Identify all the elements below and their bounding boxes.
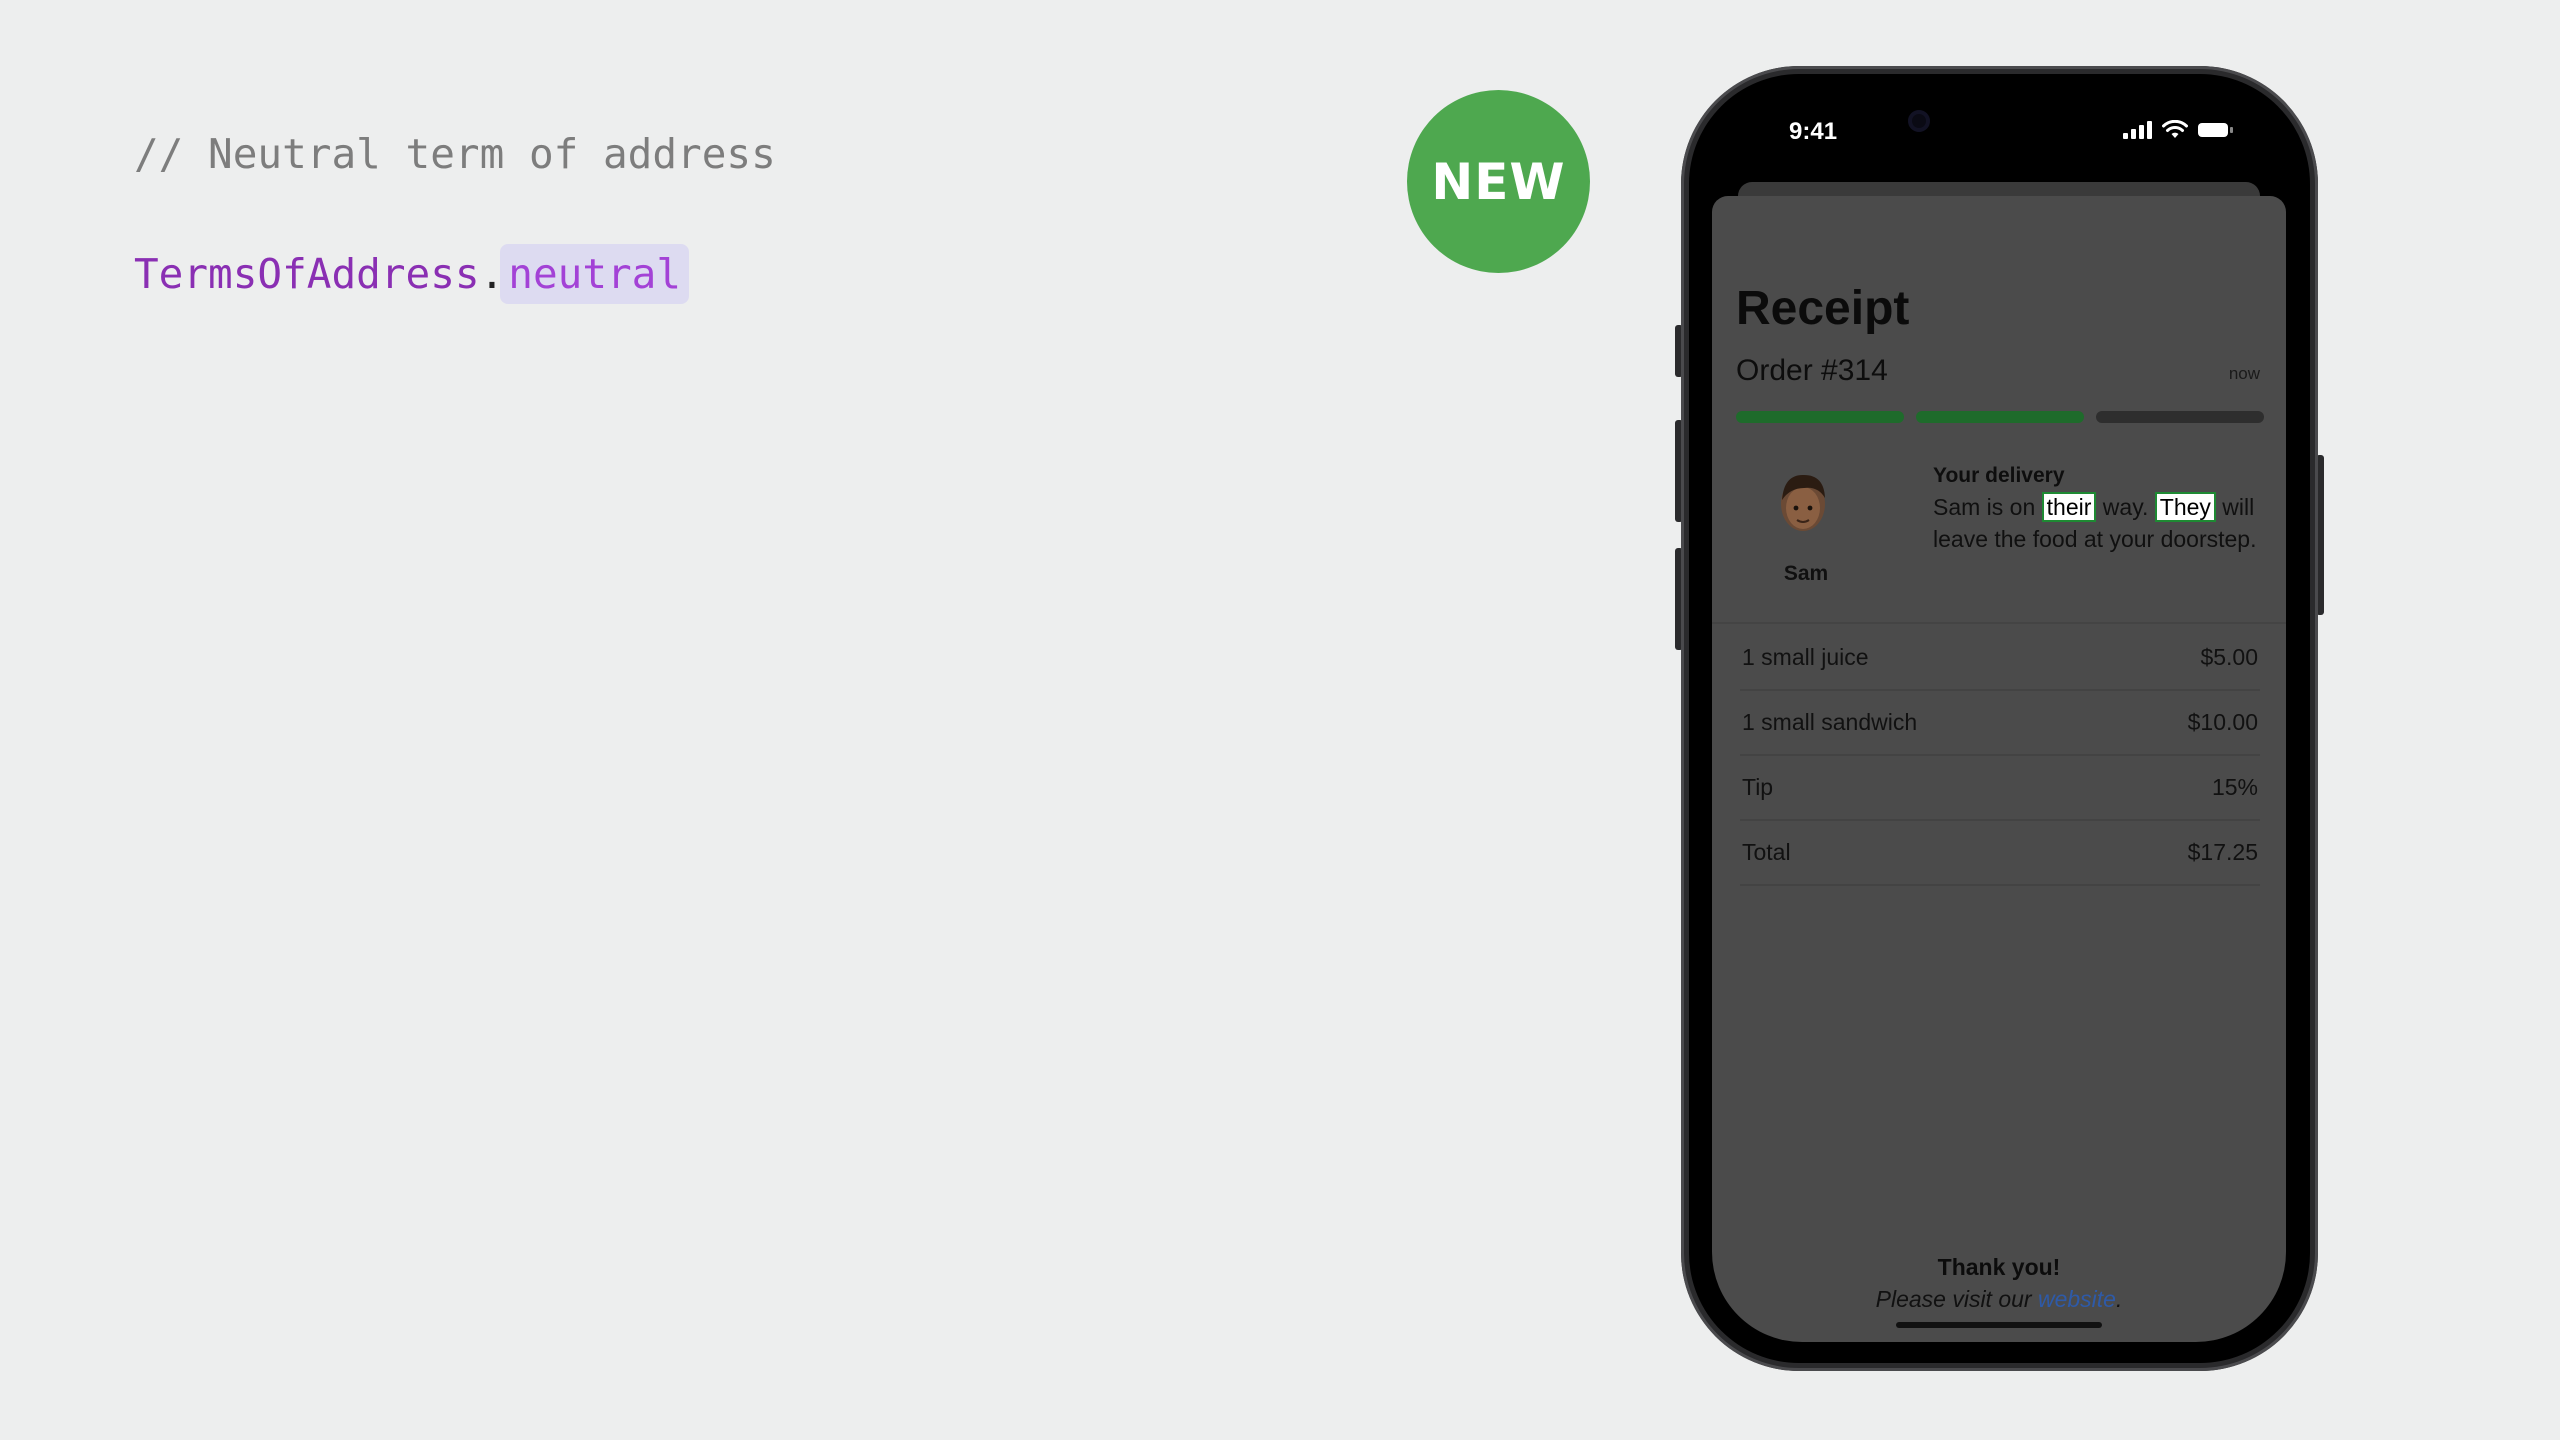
receipt-sheet: Receipt Order #314 now Sam Your delivery… — [1712, 196, 2286, 1342]
code-line: TermsOfAddress.neutral — [134, 244, 690, 304]
delivery-heading: Your delivery — [1933, 464, 2065, 487]
visit-prefix: Please visit our — [1875, 1286, 2038, 1312]
courier-name: Sam — [1783, 562, 1829, 585]
item-value: $5.00 — [2200, 644, 2258, 670]
delivery-progress — [1736, 411, 2264, 423]
wifi-icon — [2162, 120, 2188, 138]
pronoun-highlight-their: their — [2041, 492, 2097, 522]
courier-avatar — [1781, 474, 1825, 531]
progress-segment — [1736, 411, 1904, 423]
item-label: Tip — [1742, 774, 1774, 800]
receipt-row: Total $17.25 — [1740, 821, 2260, 886]
receipt-title: Receipt — [1736, 282, 1910, 335]
visit-message: Please visit our website. — [1712, 1286, 2286, 1313]
visit-suffix: . — [2115, 1286, 2123, 1312]
delivery-message: Sam is on their way. They will leave the… — [1933, 491, 2258, 555]
status-time: 9:41 — [1789, 118, 1838, 145]
status-icons — [2123, 120, 2233, 140]
battery-icon — [2198, 123, 2233, 137]
receipt-items: 1 small juice $5.00 1 small sandwich $10.0… — [1740, 626, 2260, 886]
code-type-name: TermsOfAddress — [134, 250, 480, 298]
item-label: Total — [1742, 839, 1791, 865]
website-link[interactable]: website — [2038, 1286, 2116, 1312]
divider — [1712, 622, 2286, 624]
receipt-row: Tip 15% — [1740, 756, 2260, 821]
item-value: 15% — [2211, 774, 2258, 800]
order-number: Order #314 — [1736, 354, 1888, 387]
code-member-highlight: neutral — [500, 244, 690, 304]
receipt-row: 1 small juice $5.00 — [1740, 626, 2260, 691]
phone-screen: 9:41 Receipt Order #314 now Sam Your del… — [1712, 96, 2286, 1342]
code-comment: // Neutral term of address — [134, 130, 776, 178]
item-label: 1 small juice — [1742, 644, 1869, 670]
home-indicator[interactable] — [1896, 1322, 2102, 1328]
new-badge: NEW — [1407, 90, 1590, 273]
item-value: $10.00 — [2187, 709, 2258, 735]
progress-segment — [2096, 411, 2264, 423]
item-label: 1 small sandwich — [1742, 709, 1918, 735]
cellular-signal-icon — [2123, 121, 2152, 139]
receipt-row: 1 small sandwich $10.00 — [1740, 691, 2260, 756]
progress-segment — [1916, 411, 2084, 423]
pronoun-highlight-they: They — [2154, 492, 2216, 522]
thank-you-text: Thank you! — [1937, 1254, 2061, 1280]
front-camera — [1908, 110, 1930, 132]
item-value: $17.25 — [2187, 839, 2258, 865]
order-timestamp: now — [2228, 364, 2260, 383]
delivery-text-part: Sam is on — [1933, 494, 2042, 520]
delivery-text-part: way. — [2096, 494, 2155, 520]
